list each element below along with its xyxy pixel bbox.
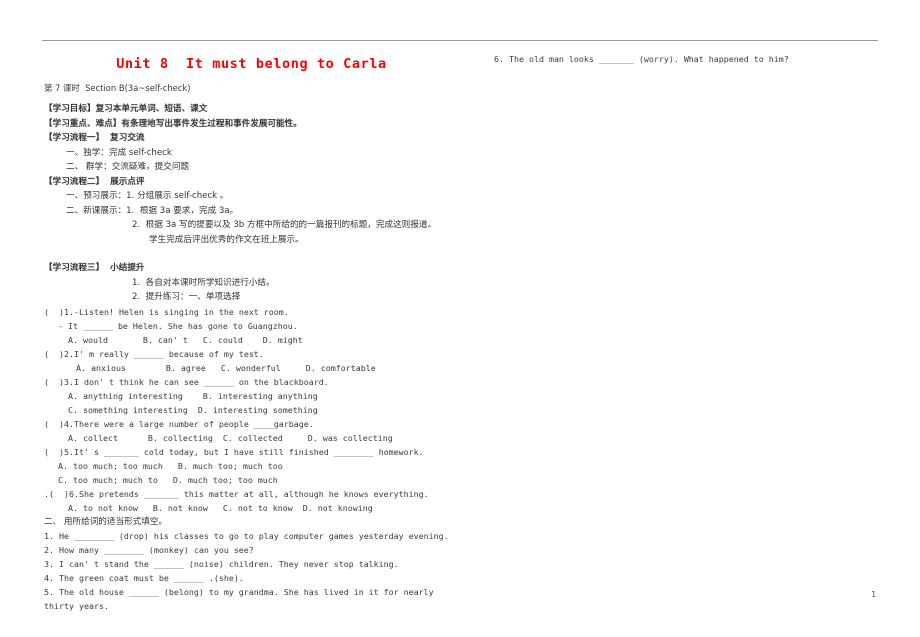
fill-blank-heading: 二、 用所给词的适当形式填空。: [44, 516, 168, 527]
fill-blank-question-5: 5. The old house ______ (belong) to my g…: [44, 587, 439, 611]
worksheet-page: Unit 8 It must belong to Carla 第 7 课时 Se…: [0, 0, 920, 637]
mc-text-1: -Listen! Helen is singing in the next ro…: [73, 306, 289, 317]
fill-blank-question-2: 2. How many ________ (monkey) can you se…: [44, 545, 254, 555]
mc-question-1-stem-1: ( )1.-Listen! Helen is singing in the ne…: [44, 305, 459, 319]
mc-text-2: I' m really ______ because of my test.: [73, 348, 264, 359]
mc-question-2-options: A. anxious B. agree C. wonderful D. comf…: [76, 362, 376, 373]
process-three-item-1: 1. 各自对本课时所学知识进行小结。: [132, 277, 275, 288]
right-column: 6. The old man looks _______ (worry). Wh…: [472, 52, 882, 67]
process-two-heading: 【学习流程二】 展示点评: [44, 176, 145, 187]
mc-text-6: She pretends _______ this matter at all,…: [78, 488, 429, 499]
process-two-item-3: 2. 根据 3a 写的提要以及 3b 方框中所给的的一篇报刊的标题，完成这则报道…: [132, 220, 437, 230]
mc-question-4-stem: ( )4.There were a large number of people…: [44, 417, 459, 431]
process-two-item-2: 二、新课展示：1. 根据 3a 要求，完成 3a。: [66, 205, 239, 216]
fill-blank-question-6: 6. The old man looks _______ (worry). Wh…: [494, 54, 789, 64]
mc-question-1-stem-2: - It ______ be Helen. She has gone to Gu…: [58, 320, 298, 331]
learning-focus: 【学习重点、难点】有条理地写出事件发生过程和事件发展可能性。: [44, 118, 302, 129]
page-title: Unit 8 It must belong to Carla: [116, 56, 387, 72]
left-column: Unit 8 It must belong to Carla 第 7 课时 Se…: [44, 52, 459, 613]
process-one-heading: 【学习流程一】 复习交流: [44, 133, 145, 143]
fill-blank-question-1: 1. He ________ (drop) his classes to go …: [44, 531, 449, 541]
process-two-item-4: 学生完成后评出优秀的作文在班上展示。: [149, 234, 304, 245]
mc-text-4: There were a large number of people ____…: [73, 418, 314, 429]
mc-marker-5: ( )5.: [44, 446, 74, 457]
mc-question-1-options: A. would B. can' t C. could D. might: [68, 334, 303, 345]
mc-question-3-options-2: C. something interesting D. interesting …: [68, 404, 318, 415]
mc-text-3: I don' t think he can see ______ on the …: [73, 376, 329, 387]
fill-blank-question-3: 3. I can' t stand the ______ (noise) chi…: [44, 559, 399, 569]
mc-question-4-options: A. collect B. collecting C. collected D.…: [68, 432, 393, 443]
mc-marker-1: ( )1.: [44, 306, 74, 317]
process-three-item-2: 2. 提升练习：一、单项选择: [132, 292, 241, 302]
mc-question-3-stem: ( )3.I don' t think he can see ______ on…: [44, 375, 459, 389]
mc-text-5: It' s _______ cold today, but I have sti…: [73, 446, 424, 457]
process-one-item-2: 二、 群学：交流疑难，提交问题: [66, 162, 190, 172]
header-divider: [42, 40, 878, 41]
mc-question-5-stem: ( )5.It' s _______ cold today, but I hav…: [44, 445, 459, 459]
mc-marker-4: ( )4.: [44, 418, 74, 429]
mc-question-2-stem: ( )2.I' m really ______ because of my te…: [44, 347, 459, 361]
process-two-item-1: 一、预习展示：1. 分组展示 self-check 。: [66, 191, 229, 201]
mc-question-5-options-2: C. too much; much to D. much too; too mu…: [58, 474, 278, 485]
mc-marker-6: .( )6.: [44, 488, 79, 499]
mc-question-6-stem: .( )6.She pretends _______ this matter a…: [44, 487, 459, 501]
learning-goal: 【学习目标】复习本单元单词、短语、课文: [44, 104, 208, 114]
mc-question-3-options-1: A. anything interesting B. interesting a…: [68, 390, 318, 401]
mc-question-5-options-1: A. too much; too much B. much too; much …: [58, 460, 283, 471]
mc-question-6-options: A. to not know B. not know C. not to kno…: [68, 502, 373, 513]
lesson-subheading: 第 7 课时 Section B(3a~self-check): [44, 83, 191, 93]
process-three-heading: 【学习流程三】 小结提升: [44, 263, 145, 273]
page-number: 1: [871, 590, 876, 599]
page-columns: Unit 8 It must belong to Carla 第 7 课时 Se…: [0, 52, 920, 613]
mc-marker-2: ( )2.: [44, 348, 74, 359]
fill-blank-question-4: 4. The green coat must be ______ .(she).: [44, 573, 244, 583]
mc-marker-3: ( )3.: [44, 376, 74, 387]
process-one-item-1: 一、独学：完成 self-check: [66, 147, 172, 158]
